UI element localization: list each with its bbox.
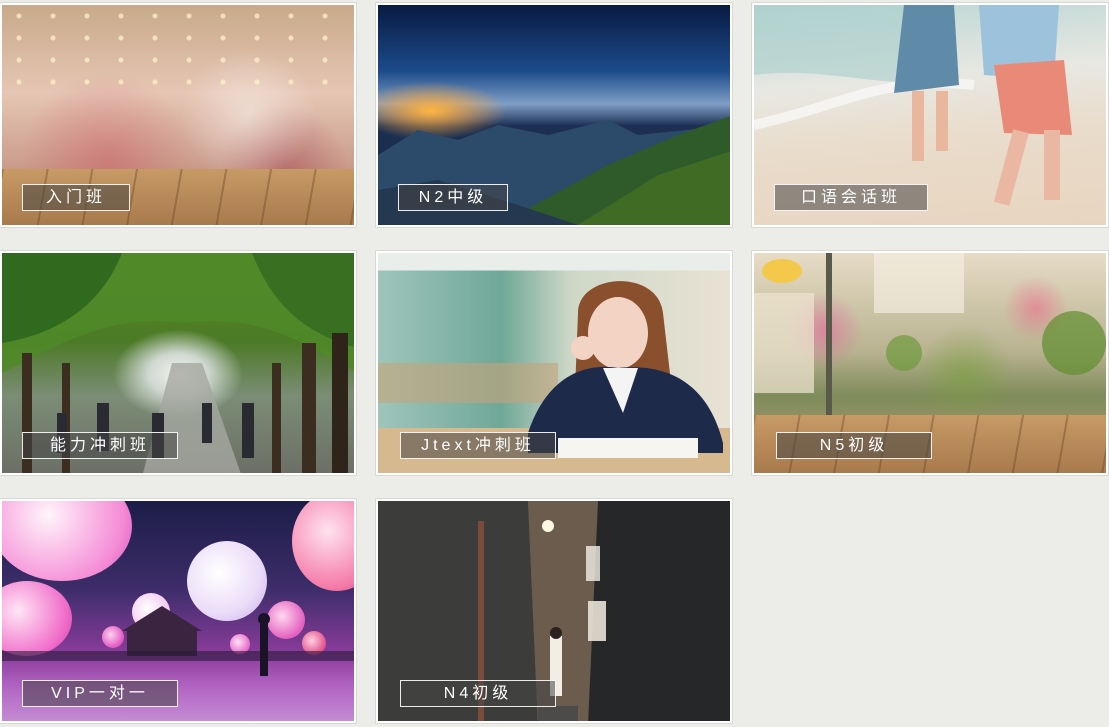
course-card-vip[interactable]: VIP一对一 — [0, 499, 356, 723]
course-label: N2中级 — [398, 184, 508, 211]
course-card-conversation[interactable]: 口语会话班 — [752, 3, 1108, 227]
course-label: Jtext冲刺班 — [400, 432, 556, 459]
course-label: 入门班 — [22, 184, 130, 211]
course-card-intro[interactable]: 入门班 — [0, 3, 356, 227]
course-label: 口语会话班 — [774, 184, 928, 211]
course-card-n5[interactable]: N5初级 — [752, 251, 1108, 475]
course-card-n4[interactable]: N4初级 — [376, 499, 732, 723]
course-label: 能力冲刺班 — [22, 432, 178, 459]
course-card-n2[interactable]: N2中级 — [376, 3, 732, 227]
course-label: N5初级 — [776, 432, 932, 459]
course-label: VIP一对一 — [22, 680, 178, 707]
course-card-jtext-intensive[interactable]: Jtext冲刺班 — [376, 251, 732, 475]
course-card-jlpt-intensive[interactable]: 能力冲刺班 — [0, 251, 356, 475]
course-label: N4初级 — [400, 680, 556, 707]
course-grid: 入门班 N2中级 口语会话班 能力冲刺班 Jtext冲刺班 N5初级 VIP一对… — [0, 0, 1109, 727]
